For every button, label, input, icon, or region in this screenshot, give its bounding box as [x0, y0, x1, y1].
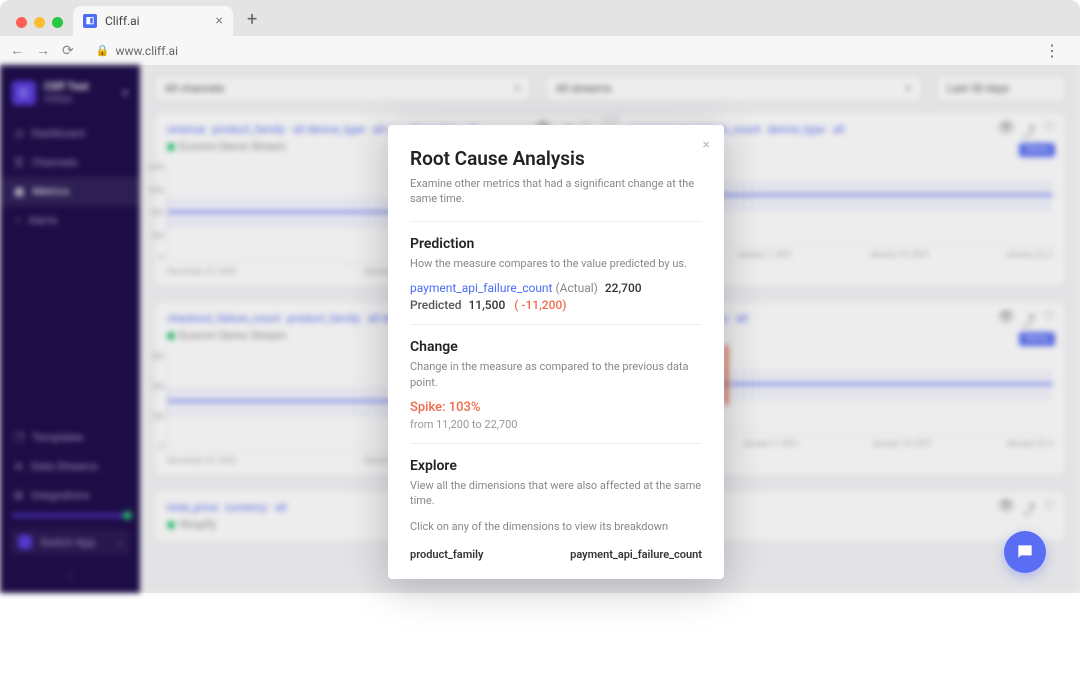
maximize-window-icon[interactable] [52, 17, 63, 28]
lock-icon: 🔒 [96, 44, 110, 57]
chat-icon [1015, 542, 1035, 562]
modal-subtitle: Examine other metrics that had a signifi… [410, 176, 702, 207]
nav-reload-icon[interactable]: ⟳ [62, 43, 74, 59]
modal-close-icon[interactable]: × [703, 137, 710, 153]
intercom-fab[interactable] [1004, 531, 1046, 573]
nav-forward-icon[interactable]: → [36, 42, 50, 59]
explore-dimension-header: product_family payment_api_failure_count [410, 548, 702, 561]
address-bar-row: ← → ⟳ 🔒 www.cliff.ai ⋮ [0, 36, 1080, 65]
prediction-predicted-row: Predicted 11,500 ( -11,200) [410, 298, 702, 312]
change-desc: Change in the measure as compared to the… [410, 359, 702, 390]
address-bar[interactable]: 🔒 www.cliff.ai [96, 44, 178, 58]
prediction-desc: How the measure compares to the value pr… [410, 256, 702, 271]
tab-title: Cliff.ai [105, 14, 140, 28]
tab-bar: ◧ Cliff.ai × + [0, 0, 1080, 36]
change-range: from 11,200 to 22,700 [410, 418, 702, 431]
root-cause-modal: × Root Cause Analysis Examine other metr… [388, 125, 724, 579]
url-text: www.cliff.ai [115, 44, 178, 58]
prediction-heading: Prediction [410, 236, 702, 252]
actual-label: (Actual) [555, 281, 597, 295]
change-spike: Spike: 103% [410, 400, 702, 415]
nav-back-icon[interactable]: ← [10, 42, 24, 59]
window-traffic-lights[interactable] [10, 17, 73, 36]
explore-desc-2: Click on any of the dimensions to view i… [410, 519, 702, 534]
new-tab-button[interactable]: + [233, 9, 271, 36]
actual-value: 22,700 [605, 281, 642, 295]
explore-dimension-right: payment_api_failure_count [570, 548, 702, 561]
tab-favicon: ◧ [83, 14, 97, 28]
prediction-actual-row: payment_api_failure_count (Actual) 22,70… [410, 281, 702, 295]
browser-tab[interactable]: ◧ Cliff.ai × [73, 6, 233, 36]
prediction-metric-name[interactable]: payment_api_failure_count [410, 281, 552, 295]
predicted-label: Predicted [410, 298, 462, 312]
change-heading: Change [410, 339, 702, 355]
explore-heading: Explore [410, 458, 702, 474]
minimize-window-icon[interactable] [34, 17, 45, 28]
browser-chrome: ◧ Cliff.ai × + ← → ⟳ 🔒 www.cliff.ai ⋮ [0, 0, 1080, 65]
close-window-icon[interactable] [16, 17, 27, 28]
tab-close-icon[interactable]: × [216, 13, 223, 29]
modal-title: Root Cause Analysis [410, 147, 702, 170]
explore-desc-1: View all the dimensions that were also a… [410, 478, 702, 509]
browser-menu-icon[interactable]: ⋮ [1044, 41, 1070, 60]
predicted-value: 11,500 [468, 298, 505, 312]
explore-dimension-left[interactable]: product_family [410, 548, 483, 561]
predicted-delta: ( -11,200) [514, 298, 566, 312]
